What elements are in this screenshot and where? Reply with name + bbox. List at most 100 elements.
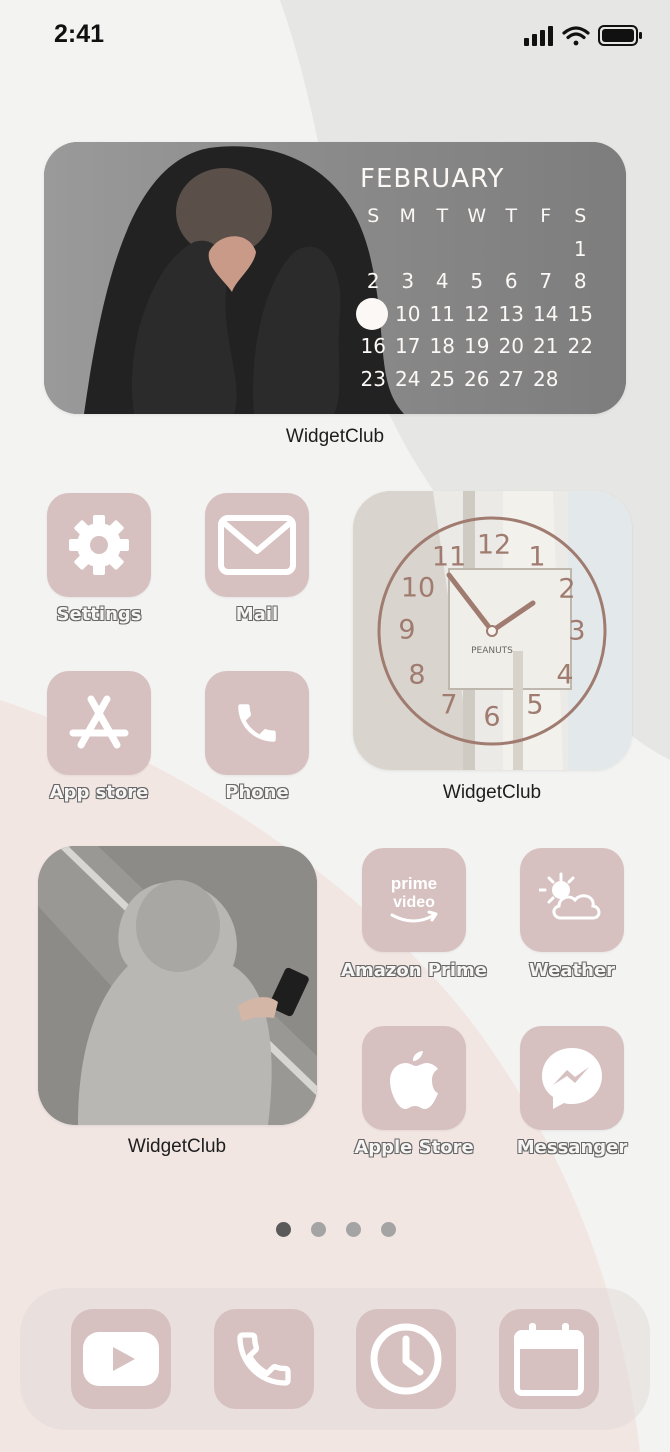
calendar-day xyxy=(529,233,564,266)
calendar-day: 3 xyxy=(401,269,415,293)
app-messenger[interactable] xyxy=(520,1026,624,1130)
app-mail[interactable] xyxy=(205,493,309,597)
calendar-weekday: F xyxy=(540,205,552,227)
dock-youtube[interactable] xyxy=(71,1309,171,1409)
app-messenger-label: Messanger xyxy=(516,1137,628,1158)
calendar-day: 27 xyxy=(498,366,524,391)
photo-widget-image xyxy=(38,846,317,1125)
status-time: 2:41 xyxy=(54,20,105,48)
calendar-day: 2 xyxy=(366,269,380,293)
clock-number: 11 xyxy=(431,541,467,573)
calendar-widget-label[interactable]: WidgetClub xyxy=(235,426,435,448)
sun-cloud-icon xyxy=(539,872,601,920)
page-dot[interactable] xyxy=(276,1222,291,1237)
app-settings[interactable] xyxy=(47,493,151,597)
calendar-day: 23 xyxy=(360,366,386,391)
calendar-day: 19 xyxy=(464,334,490,358)
calendar-weekday: T xyxy=(505,205,518,227)
calendar-day xyxy=(563,363,598,396)
apple-icon xyxy=(390,1051,438,1109)
clock-number: 4 xyxy=(556,659,574,691)
prime-logo-text: prime xyxy=(391,874,437,893)
dock-clock[interactable] xyxy=(356,1309,456,1409)
calendar-day: 17 xyxy=(395,334,421,358)
page-dot[interactable] xyxy=(381,1222,396,1237)
app-apple-store[interactable] xyxy=(362,1026,466,1130)
app-app-store[interactable] xyxy=(47,671,151,775)
calendar-day: 13 xyxy=(498,301,524,326)
clock-sign-text: PEANUTS xyxy=(471,646,513,656)
calendar-weekday: S xyxy=(367,205,380,227)
calendar-today xyxy=(356,297,391,331)
gear-icon xyxy=(69,515,129,575)
calendar-day: 25 xyxy=(429,366,455,391)
calendar-day: 24 xyxy=(395,366,421,391)
clock-number: 5 xyxy=(526,689,544,721)
app-phone-label: Phone xyxy=(225,782,289,803)
calendar-day: 4 xyxy=(435,269,449,293)
calendar-day: 14 xyxy=(533,301,559,326)
page-dot[interactable] xyxy=(311,1222,326,1237)
clock-widget[interactable]: PEANUTS 12 1 2 3 4 5 6 7 8 9 10 11 xyxy=(353,491,632,770)
clock-minute-hand xyxy=(489,600,536,634)
calendar-day: 8 xyxy=(573,269,587,293)
clock-number: 7 xyxy=(440,689,458,721)
app-weather[interactable] xyxy=(520,848,624,952)
calendar-month: FEBRUARY xyxy=(360,164,505,194)
calendar-day: 6 xyxy=(504,269,518,293)
app-weather-label: Weather xyxy=(528,960,616,981)
clock-number: 8 xyxy=(408,659,426,691)
phone-icon xyxy=(238,704,276,742)
clock-number: 10 xyxy=(400,572,436,604)
calendar-weekday: S xyxy=(574,205,587,227)
status-bar: 2:41 xyxy=(0,0,670,72)
calendar-day: 16 xyxy=(360,334,386,358)
calendar-day: 10 xyxy=(395,301,421,326)
calendar-widget[interactable]: FEBRUARY S M T W T F S 1 2 3 4 5 6 7 8 1… xyxy=(44,142,626,414)
messenger-icon xyxy=(542,1048,602,1109)
dock-calendar[interactable] xyxy=(499,1309,599,1409)
calendar-day: 18 xyxy=(429,334,455,358)
clock-number: 1 xyxy=(528,541,546,573)
app-amazon-prime[interactable]: prime video xyxy=(362,848,466,952)
prime-video-icon: prime video xyxy=(390,874,438,923)
clock-number: 6 xyxy=(483,701,501,733)
clock-hour-hand xyxy=(446,572,495,634)
app-amazon-prime-label: Amazon Prime xyxy=(341,960,487,981)
today-marker xyxy=(356,297,388,330)
cellular-signal-icon xyxy=(524,26,553,46)
app-mail-label: Mail xyxy=(235,604,279,625)
page-dot[interactable] xyxy=(346,1222,361,1237)
calendar-day: 26 xyxy=(464,366,490,391)
calendar-day xyxy=(356,233,391,266)
photo-widget-label[interactable]: WidgetClub xyxy=(77,1136,277,1158)
calendar-day: 5 xyxy=(470,269,484,293)
calendar-day: 11 xyxy=(429,301,455,326)
calendar-day xyxy=(460,233,495,266)
envelope-icon xyxy=(218,515,296,575)
app-phone[interactable] xyxy=(205,671,309,775)
clock-icon xyxy=(370,1323,442,1395)
calendar-day xyxy=(391,233,426,266)
clock-number: 2 xyxy=(558,573,576,605)
calendar-icon xyxy=(514,1323,584,1396)
battery-icon xyxy=(598,25,642,46)
calendar-day: 21 xyxy=(533,334,559,358)
dock-phone[interactable] xyxy=(214,1309,314,1409)
photo-widget[interactable] xyxy=(38,846,317,1125)
calendar-day: 15 xyxy=(567,301,593,326)
clock-number: 3 xyxy=(568,615,586,647)
calendar-day: 22 xyxy=(567,334,593,358)
calendar-day: 20 xyxy=(498,334,524,358)
calendar-grid: S M T W T F S 1 2 3 4 5 6 7 8 10 11 12 1… xyxy=(356,200,598,395)
wifi-icon xyxy=(562,26,590,46)
calendar-day: 7 xyxy=(539,269,553,293)
clock-number: 12 xyxy=(476,529,512,561)
clock-widget-label[interactable]: WidgetClub xyxy=(392,782,592,804)
page-indicator[interactable] xyxy=(276,1222,396,1237)
calendar-day xyxy=(425,233,460,266)
app-app-store-label: App store xyxy=(49,782,149,803)
clock-number: 9 xyxy=(398,614,416,646)
app-apple-store-label: Apple Store xyxy=(354,1137,474,1158)
video-logo-text: video xyxy=(393,894,435,911)
